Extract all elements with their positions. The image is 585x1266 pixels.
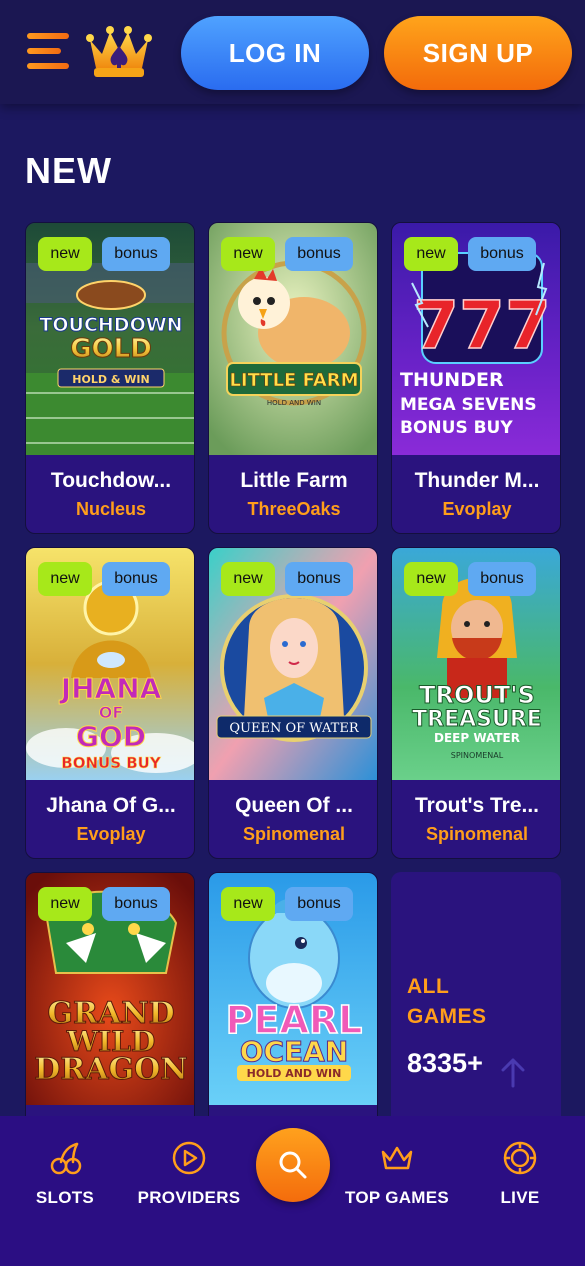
new-badge: new bbox=[38, 562, 92, 596]
play-circle-icon bbox=[172, 1141, 206, 1175]
game-card-touchdown-gold[interactable]: TOUCHDOWN GOLD HOLD & WIN new bonus Touc… bbox=[25, 222, 195, 534]
game-card-jhana-of-god[interactable]: JHANA OF GOD BONUS BUY new bonus Jhana O… bbox=[25, 547, 195, 859]
nav-providers[interactable]: PROVIDERS bbox=[134, 1140, 244, 1208]
game-title: Jhana Of G... bbox=[46, 794, 176, 817]
bonus-badge: bonus bbox=[468, 237, 536, 271]
art-title: QUEEN OF WATER bbox=[229, 721, 359, 736]
art-subtitle: MEGA SEVENS bbox=[400, 395, 537, 415]
art-title: TOUCHDOWN bbox=[39, 314, 182, 336]
top-header: LOG IN SIGN UP bbox=[0, 0, 585, 104]
bonus-badge: bonus bbox=[102, 887, 170, 921]
art-title: THUNDER bbox=[400, 369, 504, 391]
art-sevens: 777 bbox=[413, 287, 551, 364]
art-tag: HOLD AND WIN bbox=[267, 399, 321, 407]
game-provider: Nucleus bbox=[75, 499, 147, 519]
search-icon bbox=[279, 1151, 307, 1179]
game-title: Trout's Tre... bbox=[414, 794, 540, 817]
new-badge: new bbox=[38, 237, 92, 271]
game-card-thunder-mega-sevens[interactable]: 777 THUNDER MEGA SEVENS BONUS BUY new bo… bbox=[391, 222, 561, 534]
new-badge: new bbox=[221, 887, 275, 921]
new-badge: new bbox=[404, 237, 458, 271]
bonus-badge: bonus bbox=[468, 562, 536, 596]
signup-button[interactable]: SIGN UP bbox=[384, 16, 572, 90]
art-tag: BONUS BUY bbox=[61, 754, 162, 772]
hamburger-menu-icon[interactable] bbox=[27, 33, 71, 71]
game-title: Queen Of ... bbox=[235, 794, 353, 817]
section-title: NEW bbox=[25, 150, 112, 191]
art-tag: DRAGON bbox=[34, 1052, 187, 1087]
login-button[interactable]: LOG IN bbox=[181, 16, 369, 90]
game-provider: Spinomenal bbox=[242, 824, 345, 844]
nav-live-label: LIVE bbox=[500, 1188, 540, 1207]
crown-logo-icon[interactable] bbox=[86, 24, 152, 80]
bonus-badge: bonus bbox=[285, 887, 353, 921]
art-title: JHANA bbox=[59, 672, 162, 705]
arrow-up-icon bbox=[501, 1058, 525, 1088]
all-games-label: ALL GAMES bbox=[407, 975, 487, 1028]
art-title: LITTLE FARM bbox=[229, 370, 358, 391]
nav-live[interactable]: LIVE bbox=[490, 1140, 550, 1208]
game-provider: Evoplay bbox=[442, 499, 512, 519]
art-subtitle: OCEAN bbox=[240, 1035, 349, 1068]
search-button[interactable] bbox=[256, 1128, 330, 1202]
new-badge: new bbox=[404, 562, 458, 596]
art-tag: BONUS BUY bbox=[400, 418, 513, 438]
art-subtitle: GOD bbox=[76, 720, 146, 753]
cherries-icon bbox=[50, 1142, 82, 1175]
game-title: Touchdow... bbox=[50, 469, 172, 492]
art-subtitle: TREASURE bbox=[412, 707, 542, 732]
crown-icon bbox=[381, 1146, 413, 1170]
game-card-queen-of-water[interactable]: QUEEN OF WATER new bonus Queen Of ... Sp… bbox=[208, 547, 378, 859]
new-badge: new bbox=[38, 887, 92, 921]
nav-providers-label: PROVIDERS bbox=[137, 1188, 241, 1207]
game-title: Thunder M... bbox=[414, 469, 540, 492]
art-tag: DEEP WATER bbox=[434, 731, 520, 745]
new-badge: new bbox=[221, 562, 275, 596]
bonus-badge: bonus bbox=[102, 562, 170, 596]
art-subtitle: GOLD bbox=[70, 334, 152, 364]
game-provider: Spinomenal bbox=[425, 824, 528, 844]
nav-slots-label: SLOTS bbox=[35, 1188, 95, 1207]
nav-top-games-label: TOP GAMES bbox=[344, 1188, 450, 1207]
game-card-trouts-treasure[interactable]: TROUT'S TREASURE DEEP WATER SPINOMENAL n… bbox=[391, 547, 561, 859]
bonus-badge: bonus bbox=[102, 237, 170, 271]
new-badge: new bbox=[221, 237, 275, 271]
bonus-badge: bonus bbox=[285, 237, 353, 271]
art-tag: HOLD & WIN bbox=[72, 373, 149, 386]
game-provider: Evoplay bbox=[76, 824, 146, 844]
casino-chip-icon bbox=[503, 1141, 537, 1175]
art-tag: HOLD AND WIN bbox=[247, 1067, 342, 1080]
bonus-badge: bonus bbox=[285, 562, 353, 596]
game-title: Little Farm bbox=[240, 469, 348, 492]
game-provider: ThreeOaks bbox=[247, 499, 341, 519]
art-studio: SPINOMENAL bbox=[451, 751, 504, 760]
bottom-navigation: SLOTS PROVIDERS TOP GAMES LIVE bbox=[0, 1116, 585, 1266]
game-card-little-farm[interactable]: LITTLE FARM HOLD AND WIN new bonus Littl… bbox=[208, 222, 378, 534]
nav-top-games[interactable]: TOP GAMES bbox=[342, 1140, 452, 1208]
nav-slots[interactable]: SLOTS bbox=[30, 1140, 100, 1208]
all-games-count: 8335+ bbox=[407, 1048, 483, 1078]
art-title: TROUT'S bbox=[419, 681, 535, 709]
